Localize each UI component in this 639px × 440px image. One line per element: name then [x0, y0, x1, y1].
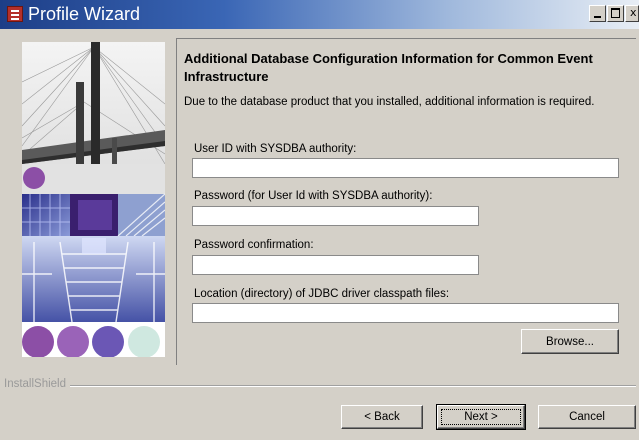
password-input[interactable]: [192, 206, 479, 226]
next-button[interactable]: Next >: [436, 404, 526, 430]
jdbc-location-input[interactable]: [192, 303, 619, 323]
installshield-divider: [4, 385, 636, 387]
jdbc-location-label: Location (directory) of JDBC driver clas…: [194, 288, 450, 300]
wizard-side-image: [22, 42, 165, 357]
user-id-label: User ID with SYSDBA authority:: [194, 143, 357, 155]
maximize-button[interactable]: [607, 5, 624, 22]
page-title: Additional Database Configuration Inform…: [184, 51, 593, 84]
profile-wizard-icon: [7, 6, 23, 22]
back-button[interactable]: < Back: [341, 405, 423, 429]
title-bar[interactable]: Profile Wizard x: [0, 0, 639, 29]
password-confirm-label: Password confirmation:: [194, 239, 314, 251]
minimize-button[interactable]: [589, 5, 606, 22]
browse-button[interactable]: Browse...: [521, 329, 619, 354]
bridge-collage-illustration: [22, 42, 165, 357]
user-id-input[interactable]: [192, 158, 619, 178]
close-button[interactable]: x: [625, 5, 639, 22]
password-confirm-input[interactable]: [192, 255, 479, 275]
password-label: Password (for User Id with SYSDBA author…: [194, 190, 433, 202]
cancel-button[interactable]: Cancel: [538, 405, 636, 429]
installshield-label: InstallShield: [4, 378, 71, 390]
page-description: Due to the database product that you ins…: [184, 96, 595, 108]
window-title: Profile Wizard: [28, 4, 141, 24]
